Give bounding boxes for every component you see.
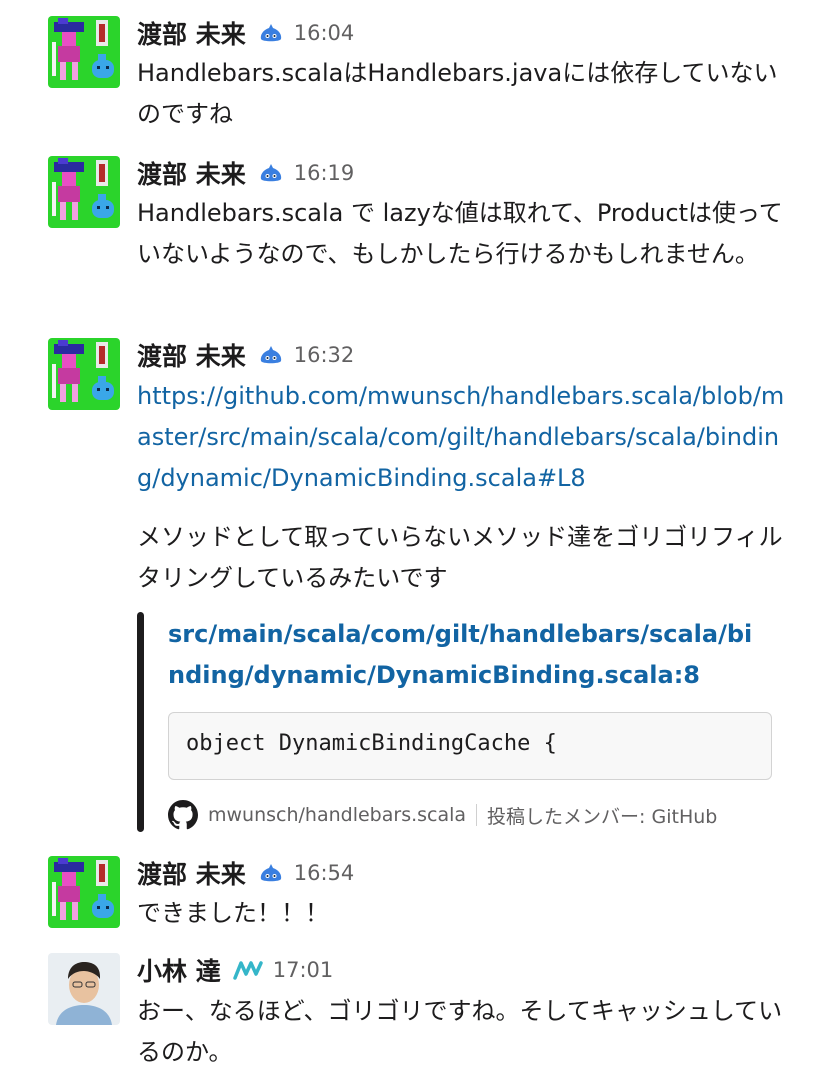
wave-logo-icon <box>232 959 263 981</box>
repo-name[interactable]: mwunsch/handlebars.scala <box>208 804 466 826</box>
timestamp[interactable]: 16:19 <box>294 161 355 185</box>
slime-icon <box>258 862 284 884</box>
avatar[interactable] <box>48 338 120 410</box>
avatar[interactable] <box>48 156 120 228</box>
attachment-title-link[interactable]: src/main/scala/com/gilt/handlebars/scala… <box>168 614 768 696</box>
slime-icon <box>258 344 284 366</box>
code-snippet: object DynamicBindingCache { <box>168 712 772 780</box>
user-photo-icon <box>48 953 120 1025</box>
timestamp[interactable]: 16:32 <box>294 343 355 367</box>
user-name[interactable]: 渡部 未来 <box>137 337 246 373</box>
pixel-avatar-icon <box>48 16 120 88</box>
attachment-bar <box>137 612 144 832</box>
slime-icon <box>258 162 284 184</box>
message-text: Handlebars.scalaはHandlebars.javaには依存していな… <box>137 59 778 128</box>
pixel-avatar-icon <box>48 856 120 928</box>
slime-icon <box>258 22 284 44</box>
timestamp[interactable]: 17:01 <box>273 958 334 982</box>
attachment-footer: mwunsch/handlebars.scala 投稿したメンバー: GitHu… <box>168 800 717 830</box>
pixel-avatar-icon <box>48 156 120 228</box>
posted-by: 投稿したメンバー: GitHub <box>487 805 718 828</box>
message-text: できました！！！ <box>137 899 329 927</box>
message-text: おー、なるほど、ゴリゴリですね。そしてキャッシュしているのか。 <box>137 997 783 1066</box>
message-text: Handlebars.scala で lazyな値は取れて、Productは使っ… <box>137 199 783 268</box>
timestamp[interactable]: 16:04 <box>294 21 355 45</box>
code-text: object DynamicBindingCache { <box>186 731 557 756</box>
user-name[interactable]: 渡部 未来 <box>137 15 246 51</box>
user-name[interactable]: 小林 達 <box>137 952 221 988</box>
timestamp[interactable]: 16:54 <box>294 861 355 885</box>
message-link-wrap: https://github.com/mwunsch/handlebars.sc… <box>137 376 797 499</box>
avatar[interactable] <box>48 953 120 1025</box>
github-link[interactable]: https://github.com/mwunsch/handlebars.sc… <box>137 382 784 492</box>
avatar[interactable] <box>48 856 120 928</box>
avatar[interactable] <box>48 16 120 88</box>
message-text: メソッドとして取っていらないメソッド達をゴリゴリフィルタリングしているみたいです <box>137 523 783 592</box>
divider <box>476 804 478 826</box>
link-unfurl-attachment: src/main/scala/com/gilt/handlebars/scala… <box>137 612 787 832</box>
github-icon <box>168 800 198 830</box>
user-name[interactable]: 渡部 未来 <box>137 855 246 891</box>
pixel-avatar-icon <box>48 338 120 410</box>
user-name[interactable]: 渡部 未来 <box>137 155 246 191</box>
